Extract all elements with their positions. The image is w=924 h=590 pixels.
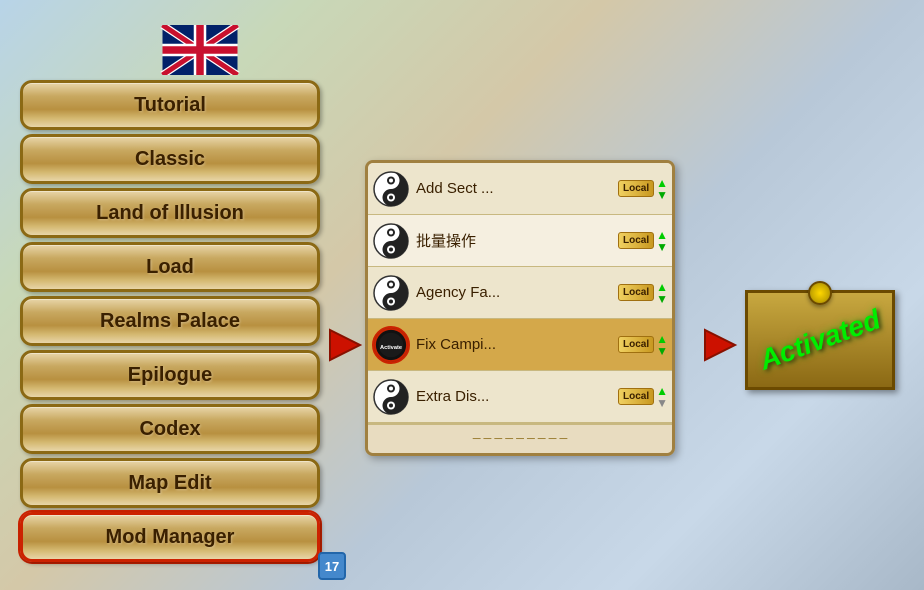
mod-name-fix-campi: Fix Campi...	[416, 336, 618, 353]
activated-panel: Activated	[745, 290, 895, 390]
mod-name-add-sect: Add Sect ...	[416, 180, 618, 197]
menu-item-map-edit[interactable]: Map Edit	[20, 458, 320, 508]
local-badge-1: Local	[618, 180, 654, 197]
mod-item-bulk-ops[interactable]: 批量操作 Local ▲ ▼	[368, 215, 672, 267]
mod-panel-footer: ─ ─ ─ ─ ─ ─ ─ ─ ─	[368, 423, 672, 453]
yinyang-icon-2	[372, 222, 410, 260]
mod-item-add-sect[interactable]: Add Sect ... Local ▲ ▼	[368, 163, 672, 215]
local-badge-3: Local	[618, 284, 654, 301]
sort-arrows-2[interactable]: ▲ ▼	[656, 229, 668, 253]
svg-text:Activate: Activate	[380, 344, 402, 350]
mod-meta-fix-campi: Local ▲ ▼	[618, 333, 668, 357]
mod-meta-bulk-ops: Local ▲ ▼	[618, 229, 668, 253]
yinyang-icon-1	[372, 170, 410, 208]
mod-list: Add Sect ... Local ▲ ▼	[368, 163, 672, 423]
menu-item-tutorial[interactable]: Tutorial	[20, 80, 320, 130]
yinyang-icon-3	[372, 274, 410, 312]
footer-text: ─ ─ ─ ─ ─ ─ ─ ─ ─	[473, 433, 568, 445]
local-badge-4: Local	[618, 336, 654, 353]
menu-item-epilogue[interactable]: Epilogue	[20, 350, 320, 400]
mod-item-agency-fa[interactable]: Agency Fa... Local ▲ ▼	[368, 267, 672, 319]
activated-label: Activated	[755, 303, 884, 376]
gold-circle	[808, 281, 832, 305]
activate-icon[interactable]: Activate	[372, 326, 410, 364]
mod-name-agency-fa: Agency Fa...	[416, 284, 618, 301]
sort-arrows-1[interactable]: ▲ ▼	[656, 177, 668, 201]
sort-arrows-5[interactable]: ▲ ▼	[656, 385, 668, 409]
sort-arrows-3[interactable]: ▲ ▼	[656, 281, 668, 305]
sort-arrows-4[interactable]: ▲ ▼	[656, 333, 668, 357]
mod-meta-agency-fa: Local ▲ ▼	[618, 281, 668, 305]
right-arrow	[700, 320, 750, 370]
mod-name-bulk-ops: 批量操作	[416, 230, 618, 251]
left-arrow	[325, 320, 375, 370]
menu-item-land-of-illusion[interactable]: Land of Illusion	[20, 188, 320, 238]
mod-name-extra-dis: Extra Dis...	[416, 388, 618, 405]
main-menu: Tutorial Classic Land of Illusion Load R…	[20, 80, 320, 562]
mod-item-fix-campi[interactable]: Activate Fix Campi... Local ▲ ▼	[368, 319, 672, 371]
uk-flag[interactable]	[160, 25, 240, 75]
mod-panel: Add Sect ... Local ▲ ▼	[365, 160, 675, 456]
menu-item-realms-palace[interactable]: Realms Palace	[20, 296, 320, 346]
menu-item-codex[interactable]: Codex	[20, 404, 320, 454]
mod-item-extra-dis[interactable]: Extra Dis... Local ▲ ▼	[368, 371, 672, 423]
mod-meta-add-sect: Local ▲ ▼	[618, 177, 668, 201]
menu-item-classic[interactable]: Classic	[20, 134, 320, 184]
menu-item-load[interactable]: Load	[20, 242, 320, 292]
mod-meta-extra-dis: Local ▲ ▼	[618, 385, 668, 409]
menu-item-mod-manager[interactable]: Mod Manager	[20, 512, 320, 562]
local-badge-2: Local	[618, 232, 654, 249]
number-badge: 17	[318, 552, 346, 580]
yinyang-icon-5	[372, 378, 410, 416]
local-badge-5: Local	[618, 388, 654, 405]
